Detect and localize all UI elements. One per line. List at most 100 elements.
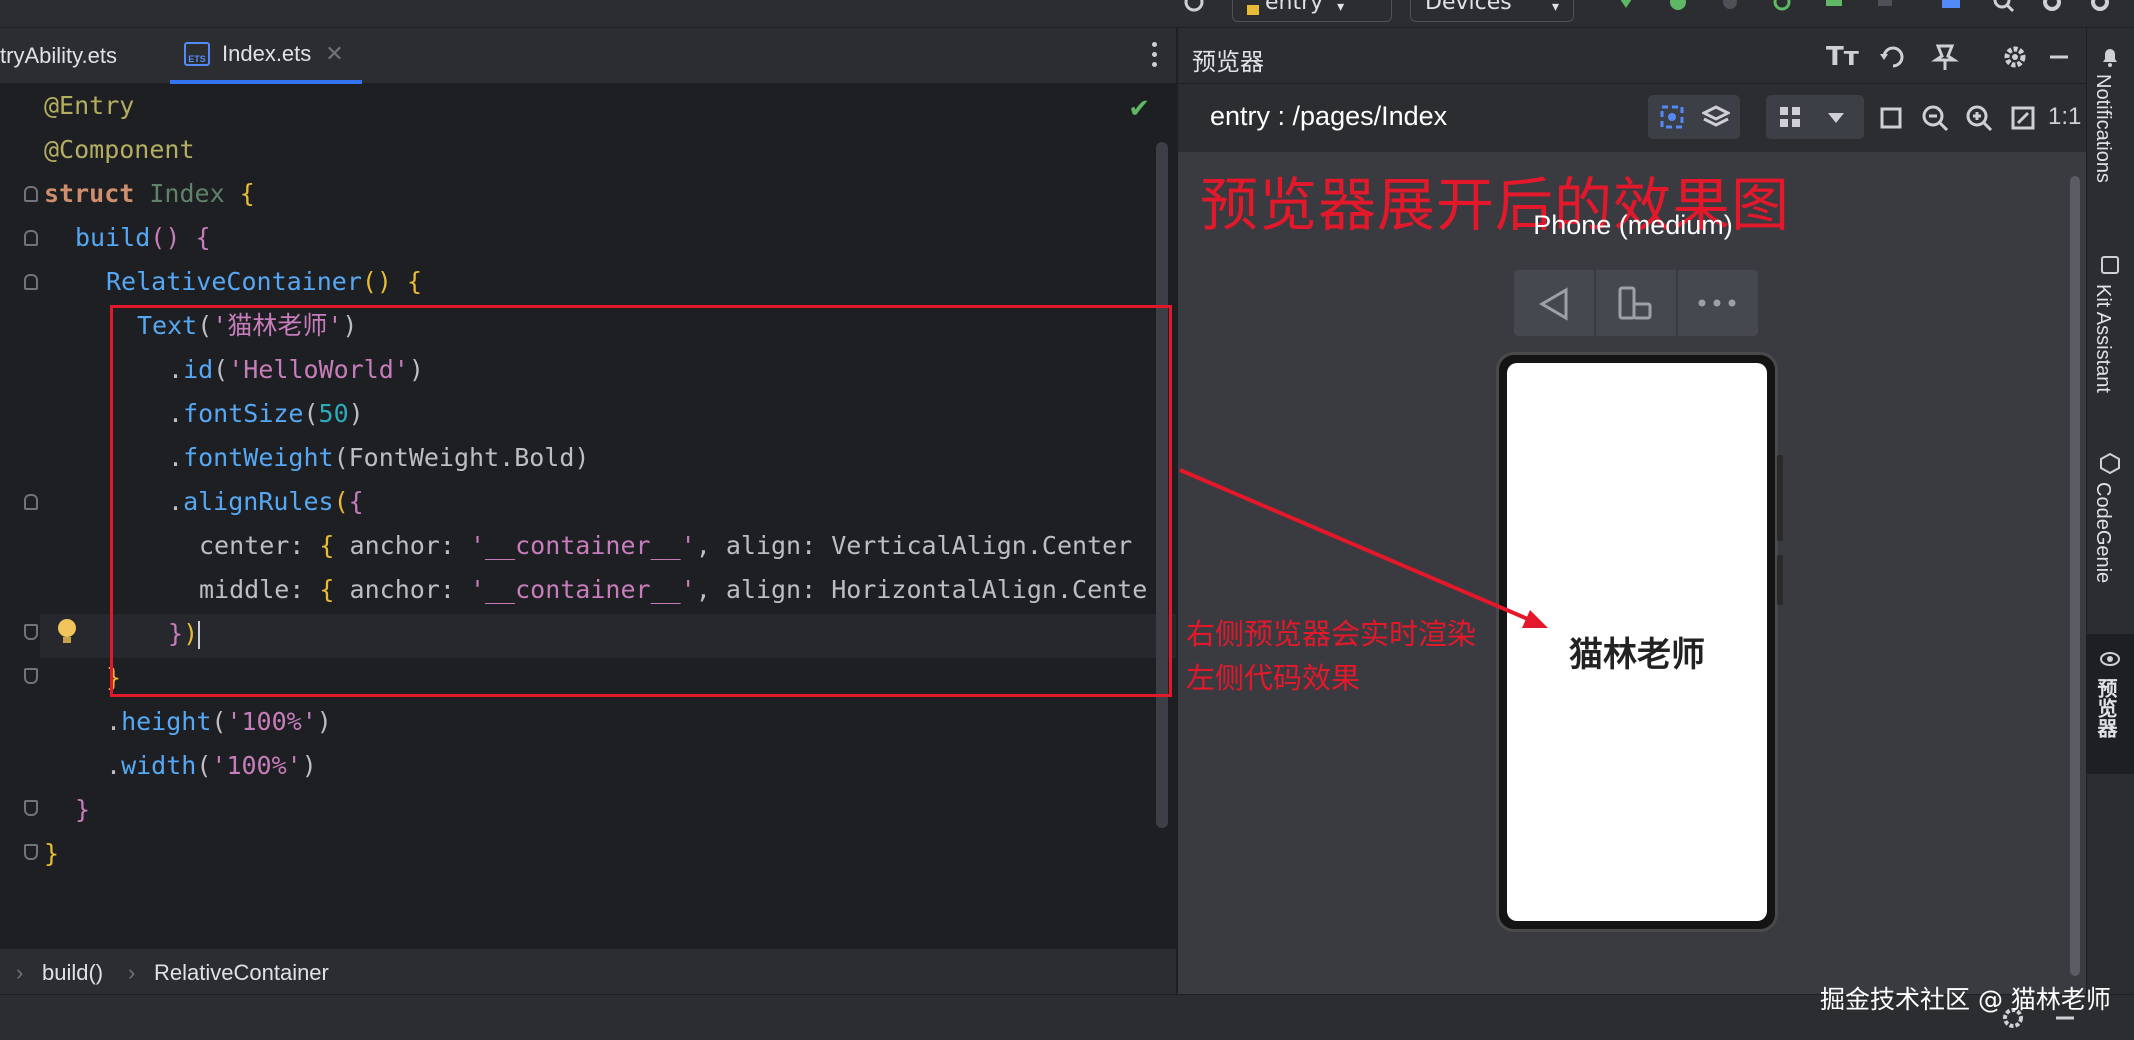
fold-icon[interactable] xyxy=(24,230,38,246)
back-icon[interactable] xyxy=(1536,286,1572,322)
device-selector-label: No Devices xyxy=(1425,0,1512,15)
chevron-right-icon: › xyxy=(128,960,136,985)
code-line: .fontWeight(FontWeight.Bold) xyxy=(168,443,590,472)
code-line: .height('100%') xyxy=(106,707,332,736)
run-config-label: entry xyxy=(1265,0,1324,15)
gear-icon[interactable] xyxy=(2088,0,2112,16)
watermark: 掘金技术社区 @ 猫林老师 xyxy=(1820,985,2111,1014)
status-bar xyxy=(0,994,2134,1040)
fold-icon[interactable] xyxy=(24,668,38,684)
inspector-toggle-group xyxy=(1648,95,1740,139)
annotation-note-line: 左侧代码效果 xyxy=(1186,661,1361,695)
phone-screen-text: 猫林老师 xyxy=(1569,635,1705,675)
search-icon[interactable] xyxy=(1992,0,2016,16)
device-controls xyxy=(1514,270,1758,336)
device-selector[interactable]: No Devices ▾ xyxy=(1410,0,1574,22)
zoom-reset-label[interactable]: 1:1 xyxy=(2048,103,2081,131)
annotation-note-line: 右侧预览器会实时渲染 xyxy=(1186,617,1477,651)
fit-icon[interactable] xyxy=(1876,103,1906,133)
fold-icon[interactable] xyxy=(24,274,38,290)
settings-icon[interactable] xyxy=(2040,0,2064,16)
fold-icon[interactable] xyxy=(24,800,38,816)
chevron-down-icon: ▾ xyxy=(1337,0,1345,15)
fold-icon[interactable] xyxy=(24,494,38,510)
code-line: .fontSize(50) xyxy=(168,399,364,428)
fold-icon[interactable] xyxy=(24,844,38,860)
code-line: } xyxy=(75,795,91,824)
close-icon[interactable]: ✕ xyxy=(325,41,343,67)
preview-scrollbar[interactable] xyxy=(2070,176,2080,976)
fold-icon[interactable] xyxy=(24,186,38,202)
tab-entryability[interactable]: tryAbility.ets xyxy=(0,28,166,84)
tool-previewer-active[interactable]: 预览器 xyxy=(2087,634,2134,774)
code-text[interactable]: @Entry @Component struct Index { build()… xyxy=(44,84,1176,948)
codegenie-icon[interactable] xyxy=(2099,452,2121,474)
settings-icon[interactable] xyxy=(1182,0,1206,16)
more-icon[interactable] xyxy=(1694,292,1740,314)
zoom-in-icon[interactable] xyxy=(1964,103,1994,133)
chevron-right-icon: › xyxy=(16,960,24,985)
code-line: } xyxy=(106,663,122,692)
settings-icon[interactable] xyxy=(2000,42,2030,72)
breadcrumb-item-relativecontainer[interactable]: RelativeContainer xyxy=(154,960,329,986)
bulb-icon[interactable] xyxy=(56,618,78,648)
inspector-icon[interactable] xyxy=(1658,103,1686,131)
main-toolbar: entry ▾ No Devices ▾ xyxy=(0,0,2134,28)
actual-size-icon[interactable] xyxy=(2008,103,2038,133)
chevron-down-icon[interactable] xyxy=(1822,103,1850,131)
debug-icon[interactable] xyxy=(1666,0,1690,16)
device-layout-group xyxy=(1766,95,1864,139)
run-icon[interactable] xyxy=(1614,0,1638,16)
previewer-panel: 预览器 Tт entry : /pages/Index 1:1 预览器展开后的效… xyxy=(1176,28,2088,994)
code-line: .width('100%') xyxy=(106,751,317,780)
fold-icon[interactable] xyxy=(24,624,38,640)
device-name: Phone (medium) xyxy=(1533,210,1733,240)
right-tool-strip: Notifications Kit Assistant CodeGenie 预览… xyxy=(2086,28,2134,994)
preview-canvas: 预览器展开后的效果图 Phone (medium) 猫林老师 xyxy=(1178,152,2088,994)
refresh-icon[interactable] xyxy=(1878,42,1908,72)
stop-icon[interactable] xyxy=(1874,0,1898,16)
tab-index[interactable]: ETS Index.ets ✕ xyxy=(170,28,362,84)
apply-changes-icon[interactable] xyxy=(1822,0,1846,16)
tool-kit-assistant[interactable]: Kit Assistant xyxy=(2091,284,2114,393)
profiler-icon[interactable] xyxy=(1718,0,1742,16)
tool-codegenie[interactable]: CodeGenie xyxy=(2091,482,2114,583)
code-line: .id('HelloWorld') xyxy=(168,355,424,384)
layers-icon[interactable] xyxy=(1702,103,1730,131)
previewer-title: 预览器 xyxy=(1192,49,1264,76)
code-editor[interactable]: @Entry @Component struct Index { build()… xyxy=(0,84,1176,948)
code-line: RelativeContainer() { xyxy=(106,267,423,296)
volume-button xyxy=(1777,455,1783,541)
editor-gutter xyxy=(0,84,40,948)
zoom-out-icon[interactable] xyxy=(1920,103,1950,133)
more-options-icon[interactable] xyxy=(1152,42,1158,68)
code-line: @Entry xyxy=(44,91,135,120)
previewer-header: 预览器 Tт xyxy=(1178,28,2088,84)
phone-frame: 猫林老师 xyxy=(1496,352,1783,932)
divider xyxy=(1676,270,1678,336)
editor-scrollbar[interactable] xyxy=(1156,142,1168,828)
code-line: build() { xyxy=(75,223,211,252)
run-config-selector[interactable]: entry ▾ xyxy=(1232,0,1392,22)
previewer-subbar: entry : /pages/Index 1:1 xyxy=(1178,85,2088,151)
code-line: }) xyxy=(168,619,201,649)
eye-icon xyxy=(2100,652,2120,666)
grid-layout-icon[interactable] xyxy=(1776,103,1804,131)
pin-icon[interactable] xyxy=(1930,42,1960,72)
ets-file-icon: ETS xyxy=(184,42,210,66)
refresh-icon[interactable] xyxy=(1770,0,1794,16)
project-structure-icon[interactable] xyxy=(1940,0,1964,16)
editor-tab-bar: tryAbility.ets ETS Index.ets ✕ xyxy=(0,28,1176,84)
minimize-icon[interactable] xyxy=(2044,42,2074,72)
tool-previewer-label: 预览器 xyxy=(2094,678,2116,738)
font-size-icon[interactable]: Tт xyxy=(1826,42,1859,72)
kit-assistant-icon[interactable] xyxy=(2099,254,2121,276)
tool-notifications[interactable]: Notifications xyxy=(2091,74,2114,183)
bell-icon[interactable] xyxy=(2099,46,2121,68)
check-icon: ✔ xyxy=(1128,94,1150,124)
power-button xyxy=(1777,555,1783,605)
page-route: entry : /pages/Index xyxy=(1210,101,1448,131)
rotate-device-icon[interactable] xyxy=(1614,284,1654,324)
breadcrumb-item-build[interactable]: build() xyxy=(42,960,103,986)
phone-screen[interactable]: 猫林老师 xyxy=(1507,363,1767,921)
